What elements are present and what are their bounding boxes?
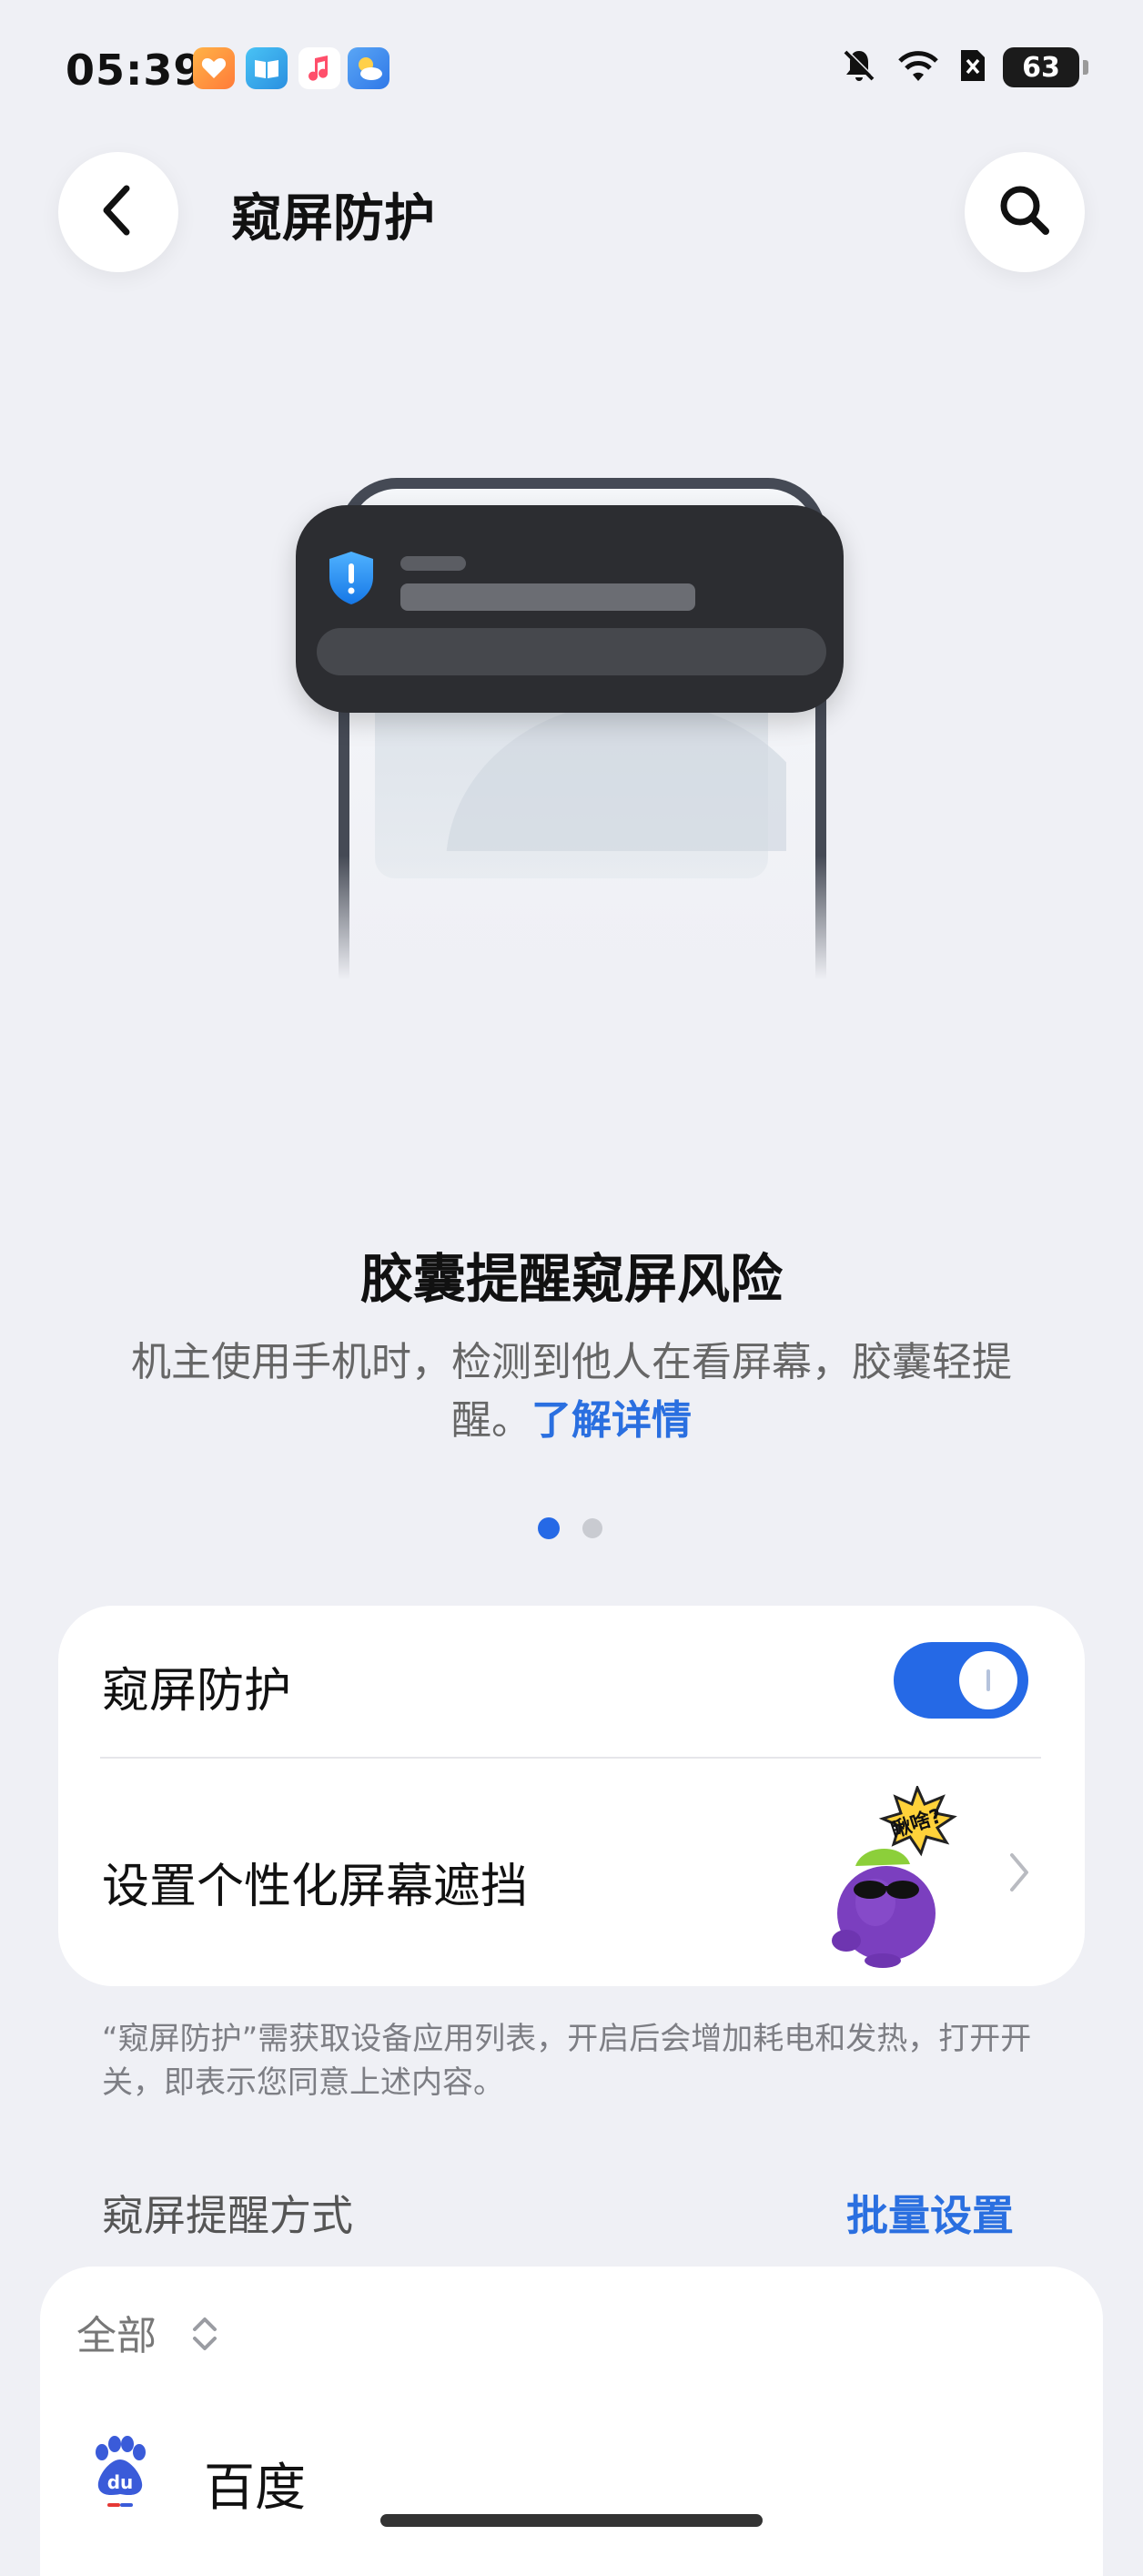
weather-app-icon bbox=[348, 47, 389, 89]
page-title: 窥屏防护 bbox=[231, 189, 435, 248]
back-button[interactable] bbox=[58, 152, 178, 272]
feature-title: 胶囊提醒窥屏风险 bbox=[359, 1248, 783, 1310]
music-app-icon bbox=[298, 47, 340, 89]
battery-level: 63 bbox=[1022, 51, 1060, 84]
learn-more-link[interactable]: 了解详情 bbox=[531, 1397, 692, 1444]
protection-label: 窥屏防护 bbox=[102, 1664, 292, 1719]
personalize-label[interactable]: 设置个性化屏幕遮挡 bbox=[102, 1848, 528, 1916]
mute-icon bbox=[839, 46, 879, 89]
chevron-right-icon bbox=[1006, 1850, 1032, 1899]
description-line: 机主使用手机时，检测到他人在看屏幕，胶囊轻提 bbox=[131, 1339, 1012, 1385]
sort-updown-icon bbox=[189, 2311, 220, 2367]
svg-text:du: du bbox=[107, 2471, 134, 2493]
capsule-text-placeholder bbox=[400, 556, 466, 571]
filter-label: 全部 bbox=[76, 2313, 157, 2359]
chevron-left-icon bbox=[96, 183, 141, 241]
home-indicator[interactable] bbox=[380, 2514, 763, 2527]
capsule-bar-placeholder bbox=[317, 628, 826, 675]
shield-alert-icon bbox=[326, 550, 377, 606]
wifi-icon bbox=[895, 46, 941, 88]
illustration-fade bbox=[319, 856, 828, 1001]
mascot-illustration: 瞅啥? bbox=[819, 1783, 983, 1968]
search-icon bbox=[993, 178, 1057, 246]
filter-dropdown[interactable]: 全部 bbox=[76, 2303, 220, 2367]
description-line: 醒。了解详情 bbox=[451, 1397, 692, 1444]
status-icons: 63 bbox=[839, 46, 1088, 89]
search-button[interactable] bbox=[965, 152, 1085, 272]
capsule-text-placeholder bbox=[400, 583, 695, 611]
toggle-knob bbox=[959, 1651, 1017, 1709]
sim-blocked-icon bbox=[957, 46, 986, 88]
pager-dot[interactable] bbox=[582, 1518, 602, 1538]
disclaimer-note: “窥屏防护”需获取设备应用列表，开启后会增加耗电和发热，打开开关，即表示您同意上… bbox=[102, 2021, 1032, 2101]
section-label: 窥屏提醒方式 bbox=[102, 2191, 353, 2240]
battery-icon: 63 bbox=[1003, 47, 1088, 87]
baidu-app-icon: du bbox=[87, 2436, 153, 2512]
pager-dot-active[interactable] bbox=[538, 1517, 560, 1539]
app-name: 百度 bbox=[204, 2459, 306, 2518]
books-app-icon bbox=[246, 47, 288, 89]
status-time: 05:39 bbox=[66, 46, 204, 95]
health-app-icon bbox=[193, 47, 235, 89]
feature-description: 机主使用手机时，检测到他人在看屏幕，胶囊轻提 醒。了解详情 bbox=[76, 1334, 1067, 1450]
divider bbox=[100, 1757, 1041, 1759]
batch-settings-link[interactable]: 批量设置 bbox=[846, 2183, 1014, 2243]
